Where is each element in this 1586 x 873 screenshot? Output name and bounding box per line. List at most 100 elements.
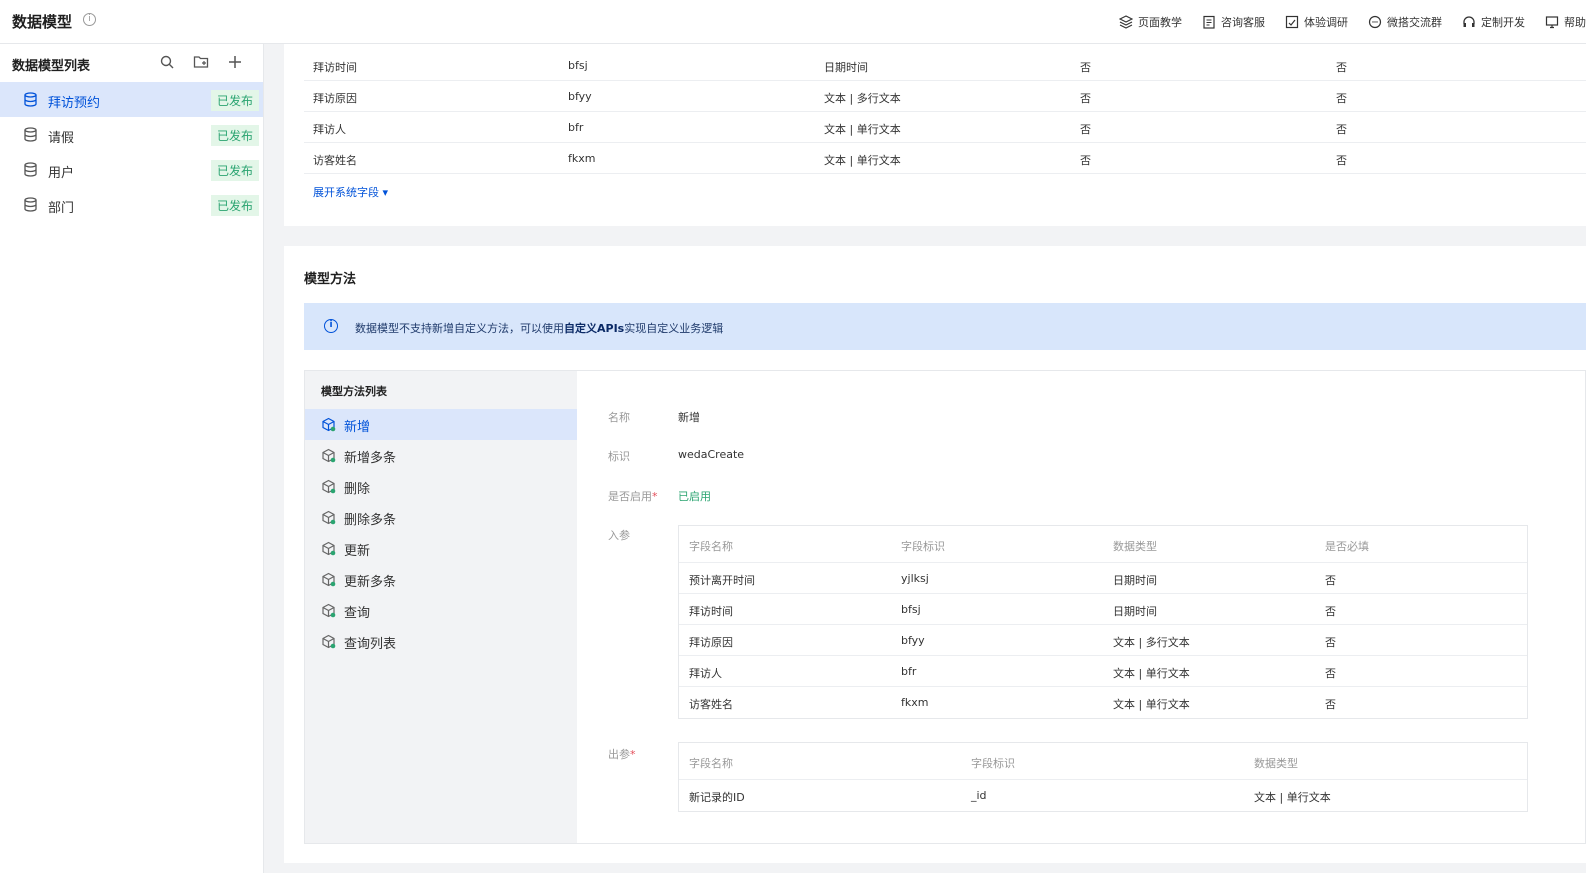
field-name: 拜访时间 [313, 61, 357, 74]
method-name: 删除 [344, 482, 371, 497]
model-item-visit-appointment[interactable]: 拜访预约 已发布 [0, 82, 263, 117]
folder-add-icon[interactable] [193, 53, 209, 71]
nav-label: 帮助 [1564, 16, 1586, 29]
field-id: bfr [568, 121, 584, 134]
custom-apis-link[interactable]: 自定义APIs [564, 322, 624, 335]
methods-panel: 模型方法列表 新增 新增多条 删除 删除多条 更新 更新多条 查询 查询列表 名… [304, 370, 1586, 844]
field-name: 拜访人 [313, 123, 346, 136]
model-item-leave[interactable]: 请假 已发布 [0, 117, 263, 152]
field-required: 否 [1080, 92, 1091, 105]
cell: 文本 | 单行文本 [1113, 667, 1190, 680]
methods-section-title: 模型方法 [304, 272, 357, 287]
database-icon [24, 197, 37, 212]
table-row: 拜访时间 bfsj 日期时间 否 否 [304, 50, 1586, 81]
plus-icon[interactable] [227, 53, 243, 71]
method-list-title: 模型方法列表 [321, 385, 387, 398]
method-name: 更新 [344, 544, 371, 559]
method-item-delete[interactable]: 删除 [305, 471, 577, 502]
model-name: 部门 [48, 201, 75, 216]
cell: 否 [1325, 574, 1336, 587]
cell: 拜访时间 [689, 605, 733, 618]
cell: 日期时间 [1113, 605, 1157, 618]
method-name: 新增 [344, 420, 371, 435]
method-item-update-many[interactable]: 更新多条 [305, 564, 577, 595]
info-alert: i 数据模型不支持新增自定义方法，可以使用自定义APIs实现自定义业务逻辑 [304, 303, 1586, 350]
cell: 预计离开时间 [689, 574, 755, 587]
survey-icon [1285, 15, 1299, 29]
nav-label: 页面教学 [1138, 16, 1182, 29]
field-id: fkxm [568, 152, 596, 165]
method-item-create-many[interactable]: 新增多条 [305, 440, 577, 471]
database-icon [24, 162, 37, 177]
search-icon[interactable] [159, 53, 175, 71]
cube-icon [322, 417, 336, 432]
input-params-table: 字段名称 字段标识 数据类型 是否必填 预计离开时间 yjlksj 日期时间 否… [678, 525, 1528, 719]
sidebar-tools [159, 53, 243, 71]
page-title: 数据模型 [12, 13, 73, 31]
sidebar-title: 数据模型列表 [12, 59, 91, 74]
output-params-table: 字段名称 字段标识 数据类型 新记录的ID _id 文本 | 单行文本 [678, 742, 1528, 812]
field-unique: 否 [1336, 92, 1347, 105]
table-row: 拜访人 bfr 文本 | 单行文本 否 [679, 656, 1527, 687]
cube-icon [322, 603, 336, 618]
headset-icon [1463, 16, 1475, 27]
nav-survey[interactable]: 体验调研 [1285, 14, 1348, 30]
id-label: 标识 [608, 450, 630, 463]
name-label: 名称 [608, 411, 630, 424]
status-badge: 已发布 [210, 90, 259, 111]
expand-system-fields-link[interactable]: 展开系统字段 ▾ [313, 184, 388, 200]
cell: bfr [901, 665, 917, 678]
field-unique: 否 [1336, 154, 1347, 167]
status-badge: 已发布 [210, 195, 259, 216]
cell: 否 [1325, 636, 1336, 649]
monitor-icon [1545, 16, 1559, 29]
nav-label: 体验调研 [1304, 16, 1348, 29]
cube-icon [322, 479, 336, 494]
cube-icon [322, 510, 336, 525]
model-item-department[interactable]: 部门 已发布 [0, 187, 263, 222]
id-value: wedaCreate [678, 448, 745, 461]
table-header: 字段名称 字段标识 数据类型 [679, 743, 1527, 780]
table-header: 字段名称 字段标识 数据类型 是否必填 [679, 526, 1527, 563]
method-item-delete-many[interactable]: 删除多条 [305, 502, 577, 533]
clipboard-icon [1203, 15, 1215, 29]
col-header: 数据类型 [1113, 540, 1157, 553]
method-item-query[interactable]: 查询 [305, 595, 577, 626]
nav-customer-service[interactable]: 咨询客服 [1202, 14, 1265, 30]
table-row: 拜访时间 bfsj 日期时间 否 [679, 594, 1527, 625]
method-name: 新增多条 [344, 451, 397, 466]
alert-prefix: 数据模型不支持新增自定义方法，可以使用 [355, 322, 564, 335]
nav-page-tutorial[interactable]: 页面教学 [1119, 14, 1182, 30]
field-type: 文本 | 单行文本 [824, 154, 901, 167]
layers-icon [1119, 15, 1133, 29]
cube-icon [322, 541, 336, 556]
nav-custom-dev[interactable]: 定制开发 [1462, 14, 1525, 30]
field-unique: 否 [1336, 123, 1347, 136]
cube-icon [322, 448, 336, 463]
nav-label: 微搭交流群 [1387, 16, 1442, 29]
model-item-user[interactable]: 用户 已发布 [0, 152, 263, 187]
model-name: 拜访预约 [48, 96, 101, 111]
method-list: 模型方法列表 新增 新增多条 删除 删除多条 更新 更新多条 查询 查询列表 [305, 371, 577, 843]
method-item-create[interactable]: 新增 [305, 409, 577, 440]
info-circle-icon: i [324, 319, 338, 333]
cell: 拜访原因 [689, 636, 733, 649]
nav-community-group[interactable]: 微搭交流群 [1368, 14, 1442, 30]
col-header: 字段名称 [689, 540, 733, 553]
cell: bfyy [901, 634, 925, 647]
col-header: 字段名称 [689, 757, 733, 770]
method-item-update[interactable]: 更新 [305, 533, 577, 564]
field-id: bfyy [568, 90, 592, 103]
chat-icon [1368, 15, 1382, 29]
cell: fkxm [901, 696, 929, 709]
cell: 否 [1325, 698, 1336, 711]
status-badge: 已发布 [210, 160, 259, 181]
info-icon[interactable]: i [83, 13, 96, 26]
cell: 文本 | 多行文本 [1113, 636, 1190, 649]
field-unique: 否 [1336, 61, 1347, 74]
cube-icon [322, 634, 336, 649]
nav-help[interactable]: 帮助 [1545, 14, 1586, 30]
field-name: 访客姓名 [313, 154, 357, 167]
method-item-query-list[interactable]: 查询列表 [305, 626, 577, 657]
field-type: 日期时间 [824, 61, 868, 74]
